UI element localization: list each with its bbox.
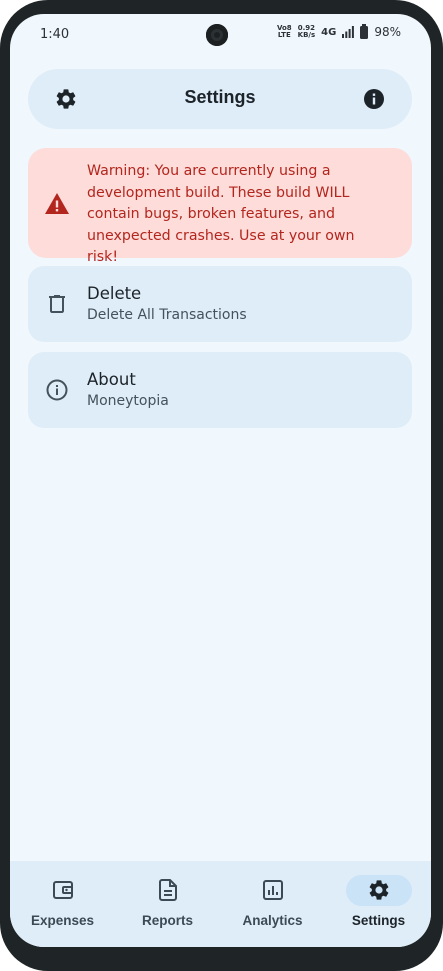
status-time: 1:40 (40, 27, 70, 42)
settings-item-about[interactable]: About Moneytopia (28, 352, 412, 428)
settings-item-title: About (87, 370, 136, 389)
wallet-icon (52, 881, 73, 899)
document-icon (158, 879, 177, 901)
settings-item-subtitle: Delete All Transactions (87, 307, 247, 323)
nav-expenses[interactable]: Expenses (10, 861, 115, 947)
warning-triangle-icon (45, 193, 69, 214)
nav-analytics[interactable]: Analytics (220, 861, 325, 947)
page-title: Settings (184, 87, 256, 107)
nav-label: Settings (351, 913, 406, 928)
dev-build-warning: Warning: You are currently using a devel… (28, 148, 412, 265)
info-outline-icon (46, 379, 68, 401)
status-bar: 1:40 Vo8 LTE 0.92 KB/s 4G 98% (10, 14, 431, 56)
status-icons: Vo8 LTE 0.92 KB/s 4G 98% (276, 23, 401, 39)
nav-label: Expenses (30, 913, 95, 928)
bottom-navigation: Expenses Reports Analytics Settings (10, 861, 431, 947)
info-icon[interactable] (362, 87, 386, 111)
nav-settings[interactable]: Settings (326, 861, 431, 947)
screen: 1:40 Vo8 LTE 0.92 KB/s 4G 98% Settings W… (10, 14, 431, 947)
nav-label: Analytics (242, 913, 303, 928)
nav-label: Reports (141, 913, 193, 928)
top-app-bar: Settings (28, 69, 412, 129)
gear-icon (369, 880, 388, 900)
front-camera (206, 24, 228, 46)
network-type: 4G (321, 26, 337, 38)
settings-item-delete[interactable]: Delete Delete All Transactions (28, 266, 412, 342)
warning-text: Warning: You are currently using a devel… (87, 163, 355, 265)
analytics-icon (262, 880, 283, 900)
signal-icon (342, 26, 355, 38)
trash-icon (49, 295, 65, 313)
nav-reports[interactable]: Reports (115, 861, 220, 947)
power-button (439, 176, 443, 298)
battery-percent: 98% (374, 25, 401, 39)
volume-button (439, 363, 443, 427)
network-speed: 0.92 KB/s (297, 24, 316, 39)
battery-icon (360, 23, 369, 39)
volte-indicator: Vo8 LTE (276, 24, 292, 39)
settings-item-subtitle: Moneytopia (87, 393, 169, 409)
settings-item-title: Delete (87, 284, 142, 303)
